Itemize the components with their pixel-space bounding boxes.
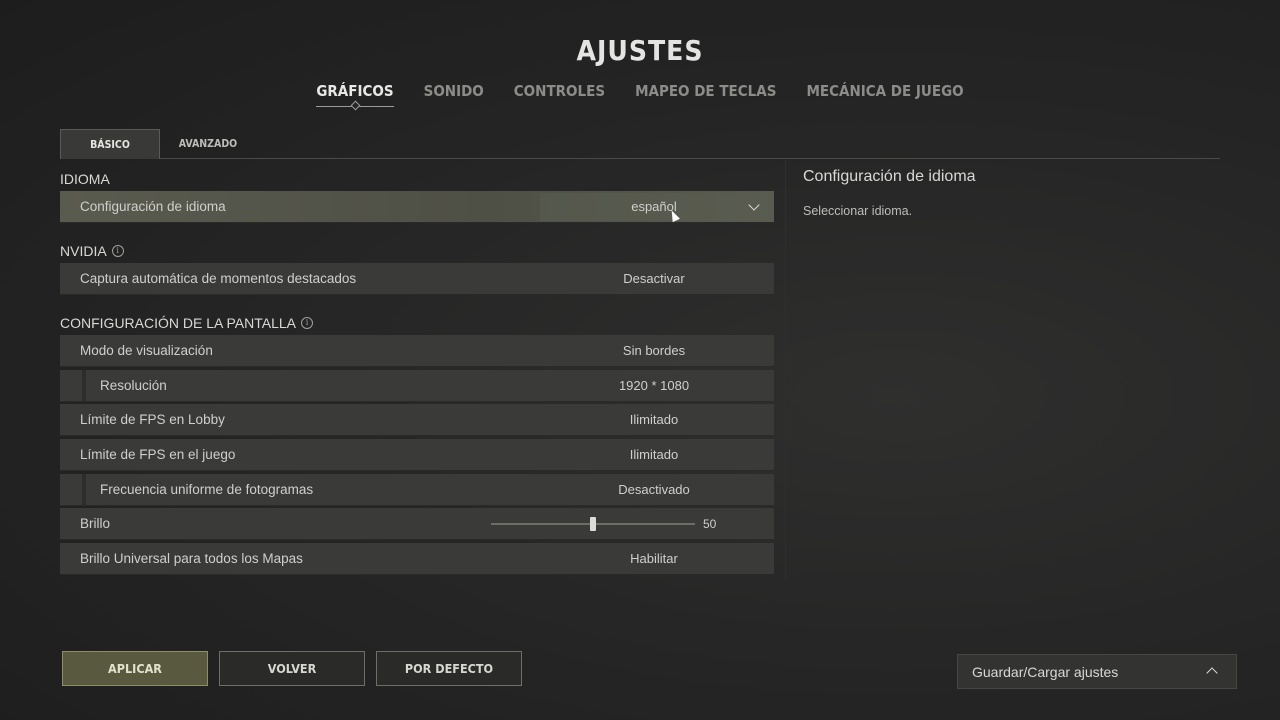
- row-label: Resolución: [100, 378, 167, 393]
- row-value[interactable]: Desactivado: [540, 474, 768, 506]
- row-value[interactable]: Ilimitado: [540, 439, 768, 471]
- row-fps-lobby[interactable]: Límite de FPS en Lobby Ilimitado: [60, 404, 774, 436]
- dropdown-value: español: [631, 199, 677, 214]
- row-frame-pacing[interactable]: Frecuencia uniforme de fotogramas Desact…: [60, 474, 774, 506]
- row-resolution[interactable]: Resolución 1920 * 1080: [60, 370, 774, 402]
- row-label: Frecuencia uniforme de fotogramas: [100, 482, 314, 497]
- section-pantalla: CONFIGURACIÓN DE LA PANTALLA i: [60, 315, 313, 331]
- row-label: Límite de FPS en Lobby: [80, 412, 225, 427]
- apply-button[interactable]: APLICAR: [62, 651, 208, 686]
- section-title: NVIDIA: [60, 243, 107, 259]
- brightness-value: 50: [703, 517, 717, 531]
- row-label: Brillo: [80, 516, 111, 531]
- row-value[interactable]: Ilimitado: [540, 404, 768, 436]
- tab-sonido[interactable]: SONIDO: [424, 82, 484, 107]
- row-value[interactable]: Sin bordes: [540, 335, 768, 367]
- section-title: CONFIGURACIÓN DE LA PANTALLA: [60, 315, 296, 331]
- row-auto-highlights[interactable]: Captura automática de momentos destacado…: [60, 263, 774, 295]
- row-label: Modo de visualización: [80, 343, 213, 358]
- section-title: IDIOMA: [60, 171, 110, 187]
- row-label: Brillo Universal para todos los Mapas: [80, 551, 303, 566]
- section-nvidia: NVIDIA i: [60, 243, 124, 259]
- brightness-slider-thumb[interactable]: [590, 517, 596, 531]
- row-label: Límite de FPS en el juego: [80, 447, 236, 462]
- tab-mecanica-de-juego[interactable]: MECÁNICA DE JUEGO: [806, 82, 963, 107]
- subtab-avanzado[interactable]: AVANZADO: [160, 129, 256, 158]
- tab-graficos[interactable]: GRÁFICOS: [316, 82, 394, 107]
- tab-mapeo-de-teclas[interactable]: MAPEO DE TECLAS: [635, 82, 776, 107]
- info-icon[interactable]: i: [111, 245, 124, 257]
- save-load-settings-dropdown[interactable]: Guardar/Cargar ajustes: [957, 654, 1237, 689]
- row-label: Configuración de idioma: [80, 199, 226, 214]
- row-value[interactable]: 1920 * 1080: [540, 370, 768, 402]
- row-value[interactable]: Desactivar: [540, 263, 768, 295]
- help-title: Configuración de idioma: [803, 168, 976, 185]
- panel-divider: [785, 160, 786, 580]
- row-label: Captura automática de momentos destacado…: [80, 271, 357, 286]
- row-fps-game[interactable]: Límite de FPS en el juego Ilimitado: [60, 439, 774, 471]
- default-button[interactable]: POR DEFECTO: [376, 651, 522, 686]
- back-button[interactable]: VOLVER: [219, 651, 365, 686]
- row-value[interactable]: Habilitar: [540, 543, 768, 575]
- row-display-mode[interactable]: Modo de visualización Sin bordes: [60, 335, 774, 367]
- row-universal-brightness[interactable]: Brillo Universal para todos los Mapas Ha…: [60, 543, 774, 575]
- main-tabs: GRÁFICOS SONIDO CONTROLES MAPEO DE TECLA…: [0, 82, 1280, 107]
- tab-controles[interactable]: CONTROLES: [514, 82, 605, 107]
- row-language-setting[interactable]: Configuración de idioma español: [60, 191, 774, 223]
- row-brightness[interactable]: Brillo 50: [60, 508, 774, 540]
- language-dropdown[interactable]: español: [540, 193, 768, 221]
- subtabs: BÁSICO AVANZADO: [60, 129, 1220, 159]
- help-description: Seleccionar idioma.: [803, 204, 913, 218]
- section-idioma: IDIOMA: [60, 171, 110, 187]
- page-title: AJUSTES: [576, 34, 704, 67]
- info-icon[interactable]: i: [300, 317, 313, 329]
- save-load-label: Guardar/Cargar ajustes: [972, 664, 1119, 680]
- chevron-up-icon[interactable]: [1206, 667, 1218, 679]
- subtab-basico[interactable]: BÁSICO: [60, 129, 160, 159]
